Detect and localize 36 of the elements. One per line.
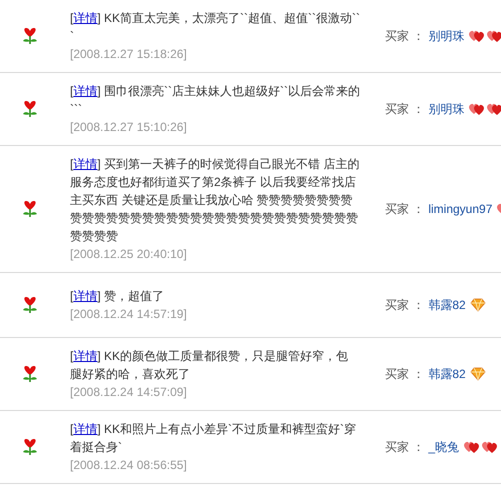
review-comment: [详情] 买到第一天裤子的时候觉得自己眼光不错 店主的服务态度也好都街道买了第2条裤子 以后我要经常找店主买东西 关键还是质量让我放心哈 赞赞赞赞赞赞赞赞赞赞赞赞赞赞赞赞赞赞赞赞赞赞赞赞赞赞赞赞赞赞赞赞赞赞赞赞 <box>70 156 360 245</box>
buyer-label: 买家 ： <box>385 28 424 45</box>
review-comment: [详情] KK和照片上有点小差异`不过质量和裤型蛮好`穿着挺合身` <box>70 421 358 456</box>
review-comment: [详情] 赞，超值了 <box>70 288 166 305</box>
review-date: [2008.12.25 20:40:10] <box>70 246 188 263</box>
flower-icon <box>21 99 39 119</box>
review-date: [2008.12.27 15:10:26] <box>70 119 188 136</box>
buyer-name-link[interactable]: _晓兔 <box>428 438 460 456</box>
buyer-name-link[interactable]: 韩露82 <box>428 365 466 383</box>
review-date: [2008.12.27 15:18:26] <box>70 46 188 63</box>
buyer-label: 买家 ： <box>385 101 424 118</box>
flower-icon <box>21 364 39 384</box>
buyer-label: 买家 ： <box>385 439 424 456</box>
review-comment: [详情] 围巾很漂亮``店主妹妹人也超级好``以后会常来的``` <box>70 83 360 118</box>
review-date: [2008.12.24 08:56:55] <box>70 457 188 474</box>
buyer-name-link[interactable]: 别明珠 <box>428 27 464 45</box>
flower-icon <box>21 295 39 315</box>
buyer-name-link[interactable]: 别明珠 <box>428 100 464 118</box>
buyer-label: 买家 ： <box>385 366 424 383</box>
detail-link[interactable]: 详情 <box>73 11 98 25</box>
flower-icon <box>21 199 39 219</box>
buyer-name-link[interactable]: limingyun97 <box>428 200 492 218</box>
detail-link[interactable]: 详情 <box>73 289 98 303</box>
detail-link[interactable]: 详情 <box>73 84 98 98</box>
flower-icon <box>21 26 39 46</box>
detail-link[interactable]: 详情 <box>73 349 98 363</box>
buyer-label: 买家 ： <box>385 201 424 218</box>
buyer-label: 买家 ： <box>385 297 424 314</box>
buyer-name-link[interactable]: 韩露82 <box>428 296 466 314</box>
review-date: [2008.12.24 14:57:19] <box>70 306 188 323</box>
detail-link[interactable]: 详情 <box>73 157 98 171</box>
review-comment: [详情] KK简直太完美，太漂亮了``超值、超值``很激动``` <box>70 10 360 45</box>
detail-link[interactable]: 详情 <box>73 422 98 436</box>
flower-icon <box>21 437 39 457</box>
review-date: [2008.12.24 14:57:09] <box>70 384 188 401</box>
review-comment: [详情] KK的颜色做工质量都很赞，只是腿管好窄，包腿好紧的哈，喜欢死了 <box>70 348 350 383</box>
